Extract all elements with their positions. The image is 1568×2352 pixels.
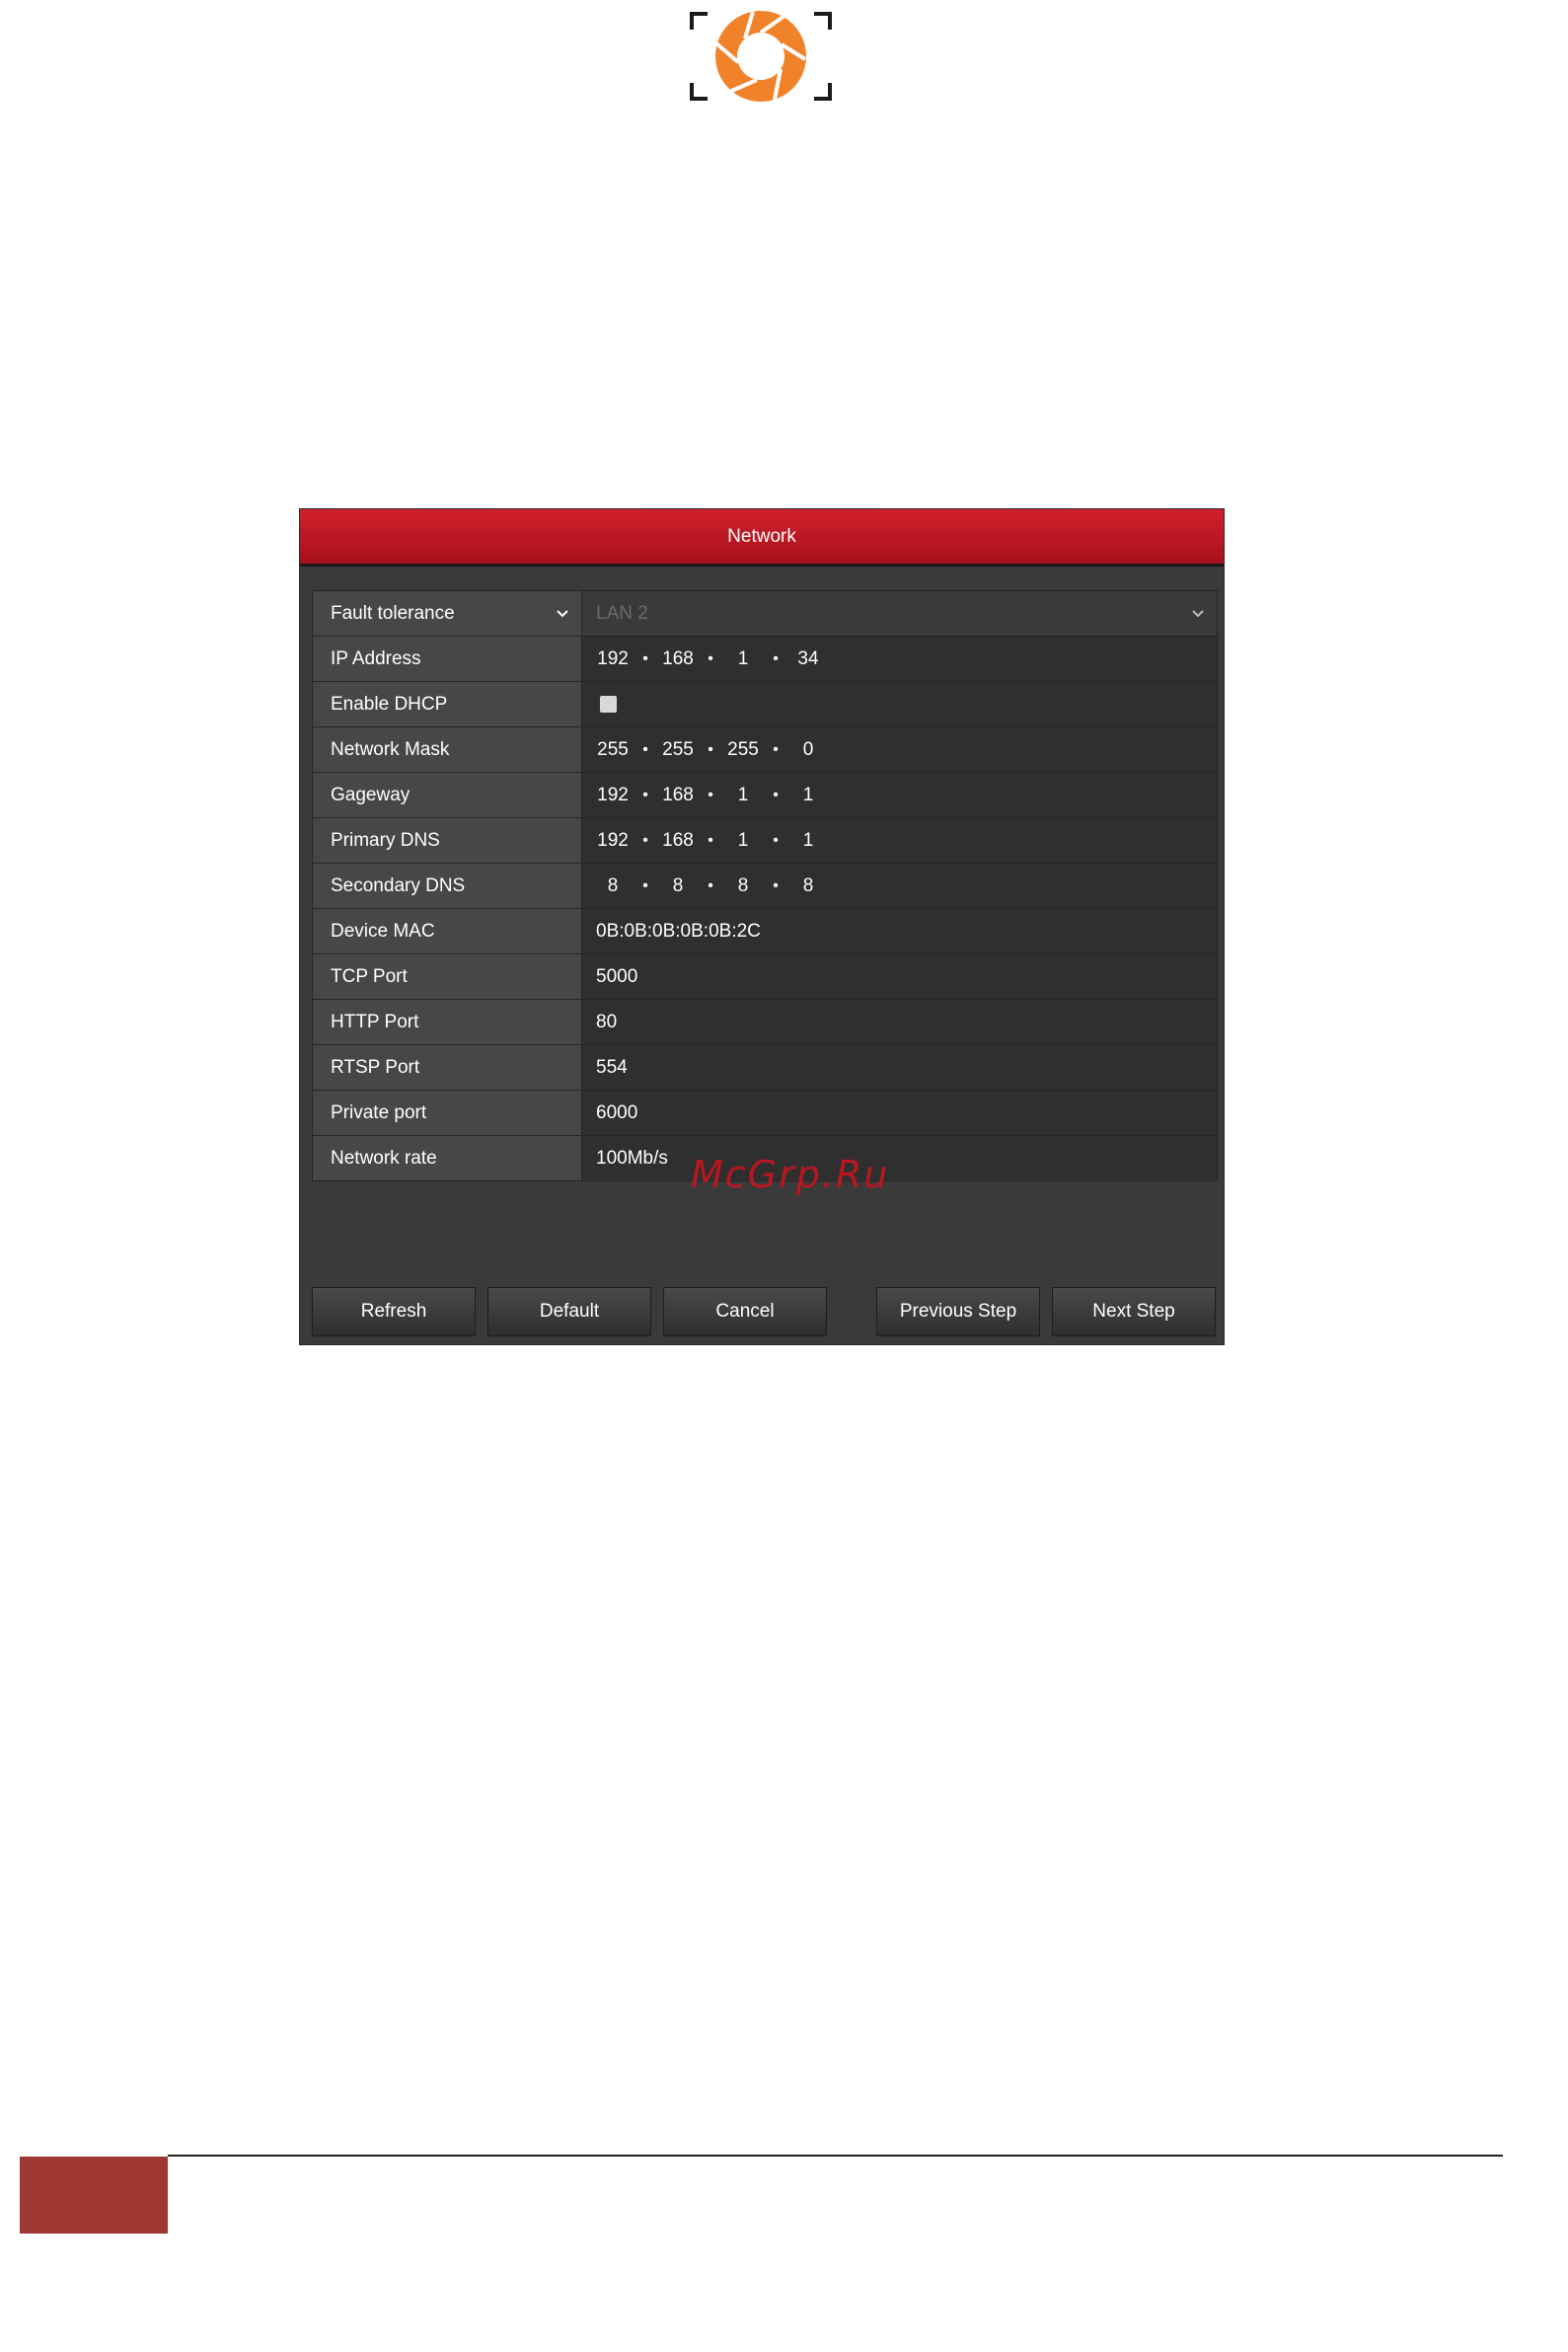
row-ip-address: IP Address 192 • 168 • 1 • 34: [313, 637, 1217, 682]
row-secondary-dns: Secondary DNS 8 • 8 • 8 • 8: [313, 864, 1217, 909]
ip-address-label: IP Address: [313, 637, 582, 681]
default-button[interactable]: Default: [487, 1287, 651, 1336]
secondary-dns-field[interactable]: 8 • 8 • 8 • 8: [582, 864, 1217, 908]
ip-octet[interactable]: 34: [791, 648, 825, 670]
network-dialog: Network Fault tolerance LAN 2 IP Address…: [300, 509, 1224, 1344]
chevron-down-icon: [1192, 609, 1204, 617]
primary-dns-field[interactable]: 192 • 168 • 1 • 1: [582, 818, 1217, 863]
row-enable-dhcp: Enable DHCP: [313, 682, 1217, 727]
private-port-input[interactable]: 6000: [582, 1091, 1217, 1135]
row-tcp-port: TCP Port 5000: [313, 954, 1217, 1000]
tcp-port-input[interactable]: 5000: [582, 954, 1217, 999]
network-settings-table: Fault tolerance LAN 2 IP Address 192 • 16…: [312, 590, 1218, 1181]
refresh-button[interactable]: Refresh: [312, 1287, 476, 1336]
row-rtsp-port: RTSP Port 554: [313, 1045, 1217, 1091]
primary-dns-label: Primary DNS: [313, 818, 582, 863]
http-port-input[interactable]: 80: [582, 1000, 1217, 1044]
dns-octet[interactable]: 8: [596, 875, 630, 897]
network-rate-label: Network rate: [313, 1136, 582, 1180]
gateway-field[interactable]: 192 • 168 • 1 • 1: [582, 773, 1217, 817]
ip-octet[interactable]: 168: [661, 648, 695, 670]
secondary-dns-label: Secondary DNS: [313, 864, 582, 908]
footer-color-block: [20, 2157, 168, 2234]
dialog-title: Network: [300, 509, 1224, 567]
tcp-port-label: TCP Port: [313, 954, 582, 999]
network-mask-label: Network Mask: [313, 727, 582, 772]
dns-octet[interactable]: 168: [661, 830, 695, 852]
dns-octet[interactable]: 8: [791, 875, 825, 897]
dns-octet[interactable]: 1: [726, 830, 760, 852]
dns-octet[interactable]: 8: [661, 875, 695, 897]
dns-octet[interactable]: 8: [726, 875, 760, 897]
network-mask-field[interactable]: 255 • 255 • 255 • 0: [582, 727, 1217, 772]
previous-step-button[interactable]: Previous Step: [876, 1287, 1040, 1336]
network-rate-value: 100Mb/s: [582, 1136, 1217, 1180]
next-step-button[interactable]: Next Step: [1052, 1287, 1216, 1336]
button-bar: Refresh Default Cancel Previous Step Nex…: [312, 1287, 1216, 1336]
gateway-octet[interactable]: 1: [726, 785, 760, 806]
row-gateway: Gageway 192 • 168 • 1 • 1: [313, 773, 1217, 818]
private-port-label: Private port: [313, 1091, 582, 1135]
aperture-logo-icon: [690, 11, 832, 102]
enable-dhcp-checkbox[interactable]: [600, 696, 617, 713]
mask-octet[interactable]: 255: [596, 739, 630, 761]
dns-octet[interactable]: 1: [791, 830, 825, 852]
lan-select-value: LAN 2: [596, 602, 648, 624]
gateway-octet[interactable]: 192: [596, 785, 630, 806]
chevron-down-icon: [557, 609, 568, 617]
rtsp-port-input[interactable]: 554: [582, 1045, 1217, 1090]
row-primary-dns: Primary DNS 192 • 168 • 1 • 1: [313, 818, 1217, 864]
fault-tolerance-label: Fault tolerance: [331, 602, 455, 624]
device-mac-value: 0B:0B:0B:0B:0B:2C: [582, 909, 1217, 953]
mask-octet[interactable]: 255: [726, 739, 760, 761]
row-http-port: HTTP Port 80: [313, 1000, 1217, 1045]
row-network-mask: Network Mask 255 • 255 • 255 • 0: [313, 727, 1217, 773]
watermark-text: McGrp.Ru: [691, 1153, 890, 1196]
lan-select[interactable]: LAN 2: [582, 591, 1217, 636]
row-fault-tolerance: Fault tolerance LAN 2: [313, 591, 1217, 637]
mask-octet[interactable]: 255: [661, 739, 695, 761]
http-port-label: HTTP Port: [313, 1000, 582, 1044]
ip-octet[interactable]: 1: [726, 648, 760, 670]
gateway-octet[interactable]: 1: [791, 785, 825, 806]
enable-dhcp-label: Enable DHCP: [313, 682, 582, 726]
ip-octet[interactable]: 192: [596, 648, 630, 670]
gateway-label: Gageway: [313, 773, 582, 817]
cancel-button[interactable]: Cancel: [663, 1287, 827, 1336]
row-private-port: Private port 6000: [313, 1091, 1217, 1136]
device-mac-label: Device MAC: [313, 909, 582, 953]
dns-octet[interactable]: 192: [596, 830, 630, 852]
footer-divider: [168, 2155, 1503, 2157]
mask-octet[interactable]: 0: [791, 739, 825, 761]
row-device-mac: Device MAC 0B:0B:0B:0B:0B:2C: [313, 909, 1217, 954]
gateway-octet[interactable]: 168: [661, 785, 695, 806]
rtsp-port-label: RTSP Port: [313, 1045, 582, 1090]
ip-address-field[interactable]: 192 • 168 • 1 • 34: [582, 637, 1217, 681]
fault-tolerance-dropdown[interactable]: Fault tolerance: [313, 591, 582, 636]
